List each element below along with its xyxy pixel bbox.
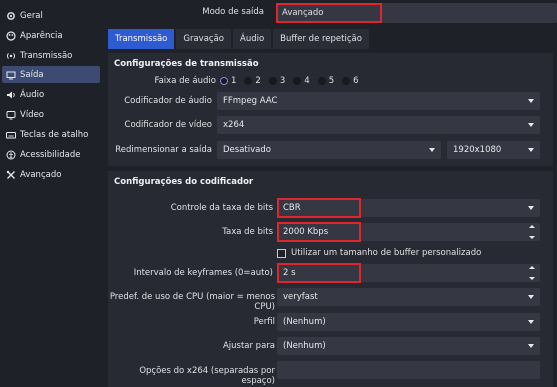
audio-track-radio-4[interactable]: 4 bbox=[293, 76, 310, 86]
sidebar-item-saida[interactable]: Saída bbox=[2, 66, 100, 83]
video-encoder-select[interactable]: x264 bbox=[217, 116, 540, 134]
bitrate-input[interactable]: 2000 Kbps bbox=[277, 223, 540, 241]
chevron-down-icon bbox=[429, 148, 435, 152]
profile-select[interactable]: (Nenhum) bbox=[277, 313, 540, 331]
rescale-select[interactable]: Desativado bbox=[217, 141, 441, 159]
rate-control-select[interactable]: CBR bbox=[277, 199, 540, 217]
rescale-value: Desativado bbox=[223, 145, 271, 155]
tab-buffer-repeticao[interactable]: Buffer de repetição bbox=[273, 29, 369, 49]
keyboard-icon bbox=[6, 130, 16, 140]
audio-encoder-value: FFmpeg AAC bbox=[223, 96, 278, 106]
tab-transmissao[interactable]: Transmissão bbox=[108, 29, 175, 49]
chevron-down-icon bbox=[528, 344, 534, 348]
tune-select[interactable]: (Nenhum) bbox=[277, 337, 540, 355]
sidebar-item-geral[interactable]: Geral bbox=[2, 7, 100, 24]
output-settings-panel: Modo de saída Avançado Transmissão Grava… bbox=[104, 0, 557, 387]
output-mode-label: Modo de saída bbox=[202, 7, 264, 17]
rescale-resolution-select[interactable]: 1920x1080 bbox=[447, 141, 540, 159]
profile-label: Perfil bbox=[253, 317, 275, 327]
keyframe-value: 2 s bbox=[283, 268, 296, 278]
sidebar-item-transmissao[interactable]: Transmissão bbox=[2, 47, 100, 64]
audio-encoder-select[interactable]: FFmpeg AAC bbox=[217, 92, 540, 110]
custom-buffer-label: Utilizar um tamanho de buffer personaliz… bbox=[291, 248, 482, 258]
rescale-label: Redimensionar a saída bbox=[115, 145, 212, 155]
tune-value: (Nenhum) bbox=[283, 341, 326, 351]
keyframe-input[interactable]: 2 s bbox=[277, 264, 540, 282]
video-encoder-value: x264 bbox=[223, 120, 245, 130]
rate-control-value: CBR bbox=[283, 203, 301, 213]
cpu-preset-value: veryfast bbox=[283, 292, 318, 302]
audio-track-radio-2[interactable]: 2 bbox=[244, 76, 261, 86]
audio-track-radio-3[interactable]: 3 bbox=[268, 76, 285, 86]
audio-track-radio-5[interactable]: 5 bbox=[317, 76, 334, 86]
sidebar-item-acessibilidade[interactable]: Acessibilidade bbox=[2, 146, 100, 163]
custom-buffer-checkbox-row[interactable]: Utilizar um tamanho de buffer personaliz… bbox=[277, 248, 481, 258]
video-encoder-label: Codificador de vídeo bbox=[124, 120, 212, 130]
gear-icon bbox=[6, 11, 16, 21]
tab-gravacao[interactable]: Gravação bbox=[176, 29, 231, 49]
settings-sidebar: Geral Aparência Transmissão Saída Áudio … bbox=[0, 0, 104, 387]
paint-icon bbox=[6, 30, 16, 41]
sidebar-item-label: Saída bbox=[20, 69, 44, 80]
sidebar-item-label: Áudio bbox=[20, 89, 45, 100]
accessibility-icon bbox=[6, 150, 16, 160]
sidebar-item-label: Geral bbox=[20, 10, 43, 21]
audio-track-radios: 1 2 3 4 5 6 bbox=[220, 76, 367, 86]
chevron-down-icon bbox=[528, 295, 534, 299]
x264-options-input[interactable] bbox=[277, 361, 540, 379]
x264-options-label: Opções do x264 (separadas por espaço) bbox=[139, 366, 275, 386]
sidebar-item-label: Transmissão bbox=[20, 50, 73, 61]
tune-label: Ajustar para bbox=[222, 341, 275, 351]
chevron-down-icon bbox=[528, 320, 534, 324]
chevron-down-icon bbox=[528, 123, 534, 127]
monitor-icon bbox=[6, 110, 16, 120]
audio-encoder-label: Codificador de áudio bbox=[124, 96, 212, 106]
sidebar-item-label: Vídeo bbox=[20, 109, 45, 120]
spinner-arrows-icon[interactable] bbox=[528, 225, 536, 239]
sidebar-item-label: Teclas de atalho bbox=[20, 129, 89, 140]
custom-buffer-checkbox[interactable] bbox=[277, 248, 286, 258]
bitrate-label: Taxa de bits bbox=[222, 227, 273, 237]
sidebar-item-label: Acessibilidade bbox=[20, 149, 81, 160]
profile-value: (Nenhum) bbox=[283, 317, 326, 327]
audio-track-radio-1[interactable]: 1 bbox=[220, 76, 236, 86]
output-icon bbox=[6, 70, 16, 80]
sidebar-item-video[interactable]: Vídeo bbox=[2, 106, 100, 123]
sidebar-item-avancado[interactable]: Avançado bbox=[2, 166, 100, 183]
tab-audio[interactable]: Áudio bbox=[233, 29, 272, 49]
bitrate-value: 2000 Kbps bbox=[283, 227, 329, 237]
chevron-down-icon bbox=[528, 206, 534, 210]
rate-control-label: Controle da taxa de bits bbox=[170, 203, 273, 213]
rescale-resolution-value: 1920x1080 bbox=[453, 145, 502, 155]
sidebar-item-audio[interactable]: Áudio bbox=[2, 86, 100, 103]
spinner-arrows-icon[interactable] bbox=[528, 266, 536, 280]
sidebar-item-label: Avançado bbox=[20, 169, 62, 180]
output-tabs: Transmissão Gravação Áudio Buffer de rep… bbox=[108, 29, 371, 49]
audio-track-radio-6[interactable]: 6 bbox=[342, 76, 359, 86]
sidebar-item-label: Aparência bbox=[20, 30, 63, 41]
chevron-down-icon bbox=[528, 99, 534, 103]
tools-icon bbox=[6, 170, 16, 180]
stream-settings-title: Configurações de transmissão bbox=[114, 59, 259, 69]
cpu-preset-select[interactable]: veryfast bbox=[277, 288, 540, 306]
sidebar-item-teclas[interactable]: Teclas de atalho bbox=[2, 126, 100, 143]
audio-track-label: Faixa de áudio bbox=[154, 76, 216, 86]
broadcast-icon bbox=[6, 51, 16, 61]
highlight-box bbox=[276, 3, 382, 23]
sidebar-item-aparencia[interactable]: Aparência bbox=[2, 27, 100, 44]
chevron-down-icon bbox=[528, 148, 534, 152]
encoder-settings-title: Configurações do codificador bbox=[114, 177, 254, 187]
speaker-icon bbox=[6, 90, 16, 100]
keyframe-label: Intervalo de keyframes (0=auto) bbox=[133, 268, 273, 278]
cpu-preset-label: Predef. de uso de CPU (maior = menos CPU… bbox=[109, 292, 275, 312]
